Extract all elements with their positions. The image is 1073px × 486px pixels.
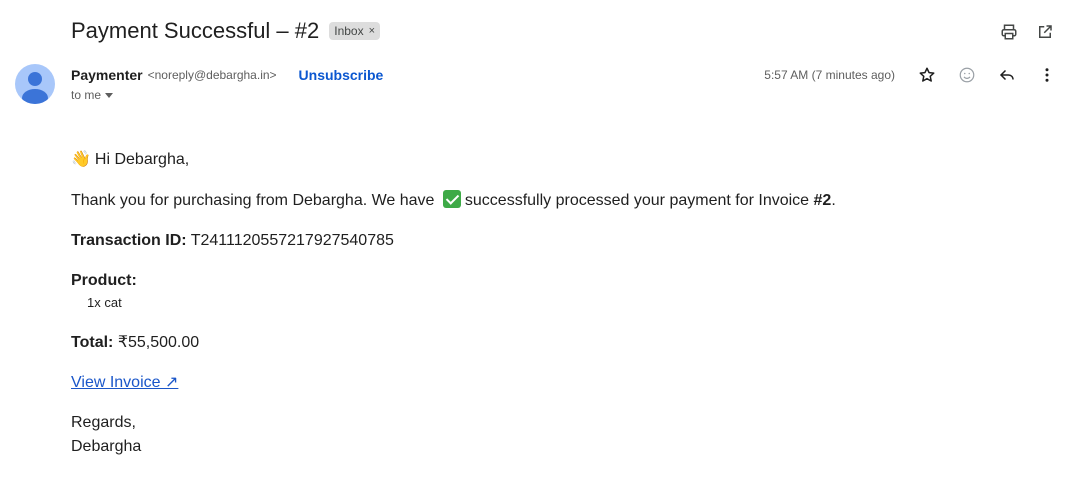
print-icon xyxy=(1001,24,1017,40)
sender-block: Paymenter <noreply@debargha.in> Unsubscr… xyxy=(71,66,383,102)
more-options-button[interactable] xyxy=(1027,60,1067,90)
view-invoice-line: View Invoice ↗ xyxy=(71,373,1021,393)
product-label: Product: xyxy=(71,272,137,289)
label-text: Inbox xyxy=(334,24,364,38)
signature: Debargha xyxy=(71,438,142,455)
transaction-line: Transaction ID: T2411120557217927540785 xyxy=(71,231,1021,251)
thanks-text-post: successfully processed your payment for … xyxy=(464,192,810,209)
recipient-dropdown[interactable]: to me xyxy=(71,88,383,102)
reply-icon xyxy=(999,69,1014,81)
top-actions xyxy=(991,18,1063,46)
person-icon xyxy=(22,72,48,104)
period: . xyxy=(831,192,836,209)
invoice-number: #2 xyxy=(813,192,832,209)
total-value: ₹55,500.00 xyxy=(117,334,200,351)
emoji-icon xyxy=(959,67,975,83)
regards: Regards, xyxy=(71,414,136,431)
reply-button[interactable] xyxy=(987,60,1027,90)
sender-line: Paymenter <noreply@debargha.in> Unsubscr… xyxy=(71,66,383,84)
star-icon xyxy=(919,67,935,82)
total-label: Total: xyxy=(71,334,114,351)
message-actions: 5:57 AM (7 minutes ago) xyxy=(764,60,1067,90)
thanks-text-pre: Thank you for purchasing from Debargha. … xyxy=(71,192,435,209)
recipient-text: to me xyxy=(71,88,102,102)
sender-email: <noreply@debargha.in> xyxy=(147,68,277,82)
subject-row: Payment Successful – #2 Inbox × xyxy=(71,16,381,46)
greeting-text: Hi Debargha, xyxy=(94,151,190,168)
chevron-down-icon xyxy=(105,92,114,98)
avatar[interactable] xyxy=(15,64,55,104)
add-reaction-button[interactable] xyxy=(947,60,987,90)
thanks-paragraph: Thank you for purchasing from Debargha. … xyxy=(71,190,1021,211)
inbox-label-chip[interactable]: Inbox × xyxy=(329,22,381,40)
transaction-id: T2411120557217927540785 xyxy=(190,232,394,249)
email-subject: Payment Successful – #2 xyxy=(71,18,320,43)
greeting: 👋 Hi Debargha, xyxy=(71,150,1021,170)
open-in-new-window-button[interactable] xyxy=(1027,18,1063,46)
timestamp: 5:57 AM (7 minutes ago) xyxy=(764,68,895,82)
print-button[interactable] xyxy=(991,18,1027,46)
remove-label-button[interactable]: × xyxy=(369,25,375,37)
view-invoice-link[interactable]: View Invoice ↗ xyxy=(71,374,178,391)
open-in-new-icon xyxy=(1039,25,1052,38)
transaction-label: Transaction ID: xyxy=(71,232,187,249)
unsubscribe-link[interactable]: Unsubscribe xyxy=(299,67,384,83)
waving-hand-icon: 👋 xyxy=(71,151,91,168)
check-mark-icon xyxy=(442,190,461,208)
star-button[interactable] xyxy=(907,60,947,90)
email-body: 👋 Hi Debargha, Thank you for purchasing … xyxy=(71,150,1021,457)
product-item: 1x cat xyxy=(87,295,122,310)
more-vert-icon xyxy=(1045,68,1049,82)
total-line: Total: ₹55,500.00 xyxy=(71,333,1021,353)
sender-name[interactable]: Paymenter xyxy=(71,67,143,83)
